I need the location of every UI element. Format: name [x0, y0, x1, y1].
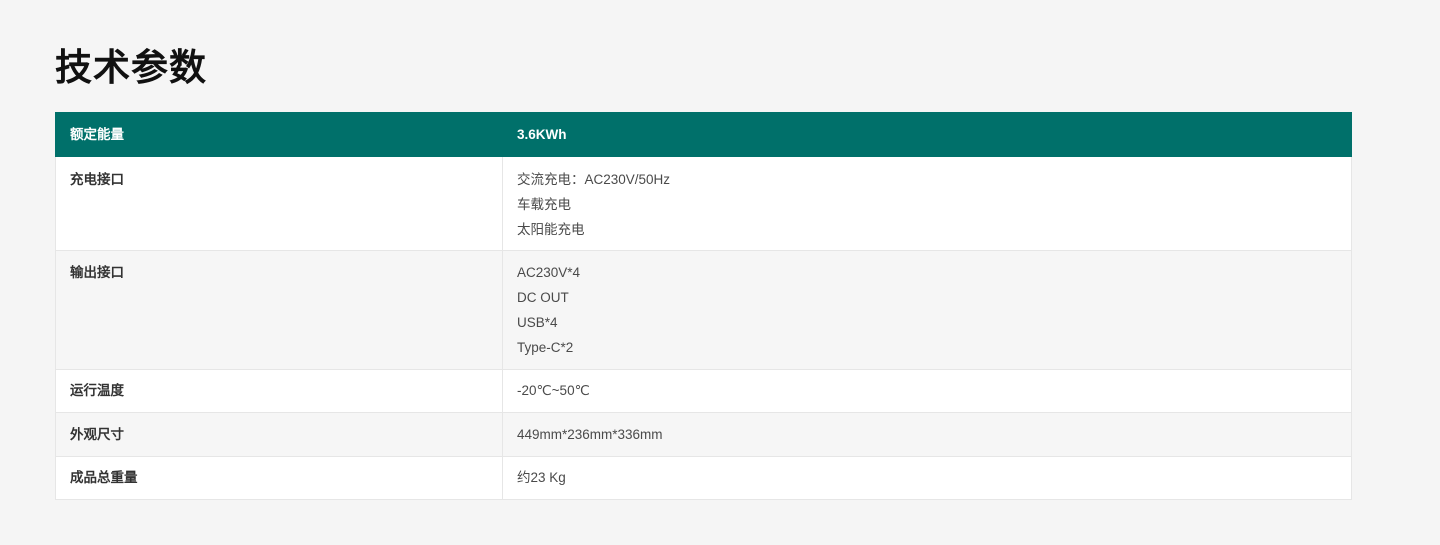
page-title: 技术参数	[55, 46, 207, 89]
value-line: 太阳能充电	[517, 222, 585, 237]
value-line: 交流充电：AC230V/50Hz	[517, 172, 671, 187]
table-row: 外观尺寸 449mm*236mm*336mm	[55, 412, 1352, 457]
spec-section: 技术参数 额定能量 3.6KWh 充电接口 交流充电：AC230V/50Hz 车…	[55, 0, 1352, 500]
value-line: Type-C*2	[517, 340, 574, 355]
row-value: AC230V*4 DC OUT USB*4 Type-C*2	[502, 250, 1352, 370]
value-line: USB*4	[517, 315, 558, 330]
value-line: 449mm*236mm*336mm	[517, 427, 663, 442]
table-header-row: 额定能量 3.6KWh	[55, 112, 1352, 157]
table-row: 充电接口 交流充电：AC230V/50Hz 车载充电 太阳能充电	[55, 156, 1352, 251]
row-label: 输出接口	[55, 250, 503, 370]
row-label: 运行温度	[55, 369, 503, 413]
row-label: 充电接口	[55, 156, 503, 251]
table-row: 输出接口 AC230V*4 DC OUT USB*4 Type-C*2	[55, 250, 1352, 370]
value-line: -20℃~50℃	[517, 383, 590, 398]
value-line: 车载充电	[517, 197, 571, 212]
row-label: 成品总重量	[55, 456, 503, 500]
row-label: 外观尺寸	[55, 412, 503, 457]
row-value: 约23 Kg	[502, 456, 1352, 500]
value-line: DC OUT	[517, 290, 569, 305]
row-value: -20℃~50℃	[502, 369, 1352, 413]
header-value: 3.6KWh	[502, 112, 1352, 157]
spec-table: 额定能量 3.6KWh 充电接口 交流充电：AC230V/50Hz 车载充电 太…	[55, 112, 1352, 500]
value-line: AC230V*4	[517, 265, 581, 280]
row-value: 交流充电：AC230V/50Hz 车载充电 太阳能充电	[502, 156, 1352, 251]
value-line: 约23 Kg	[517, 470, 566, 485]
header-label: 额定能量	[55, 112, 503, 157]
table-row: 成品总重量 约23 Kg	[55, 456, 1352, 500]
row-value: 449mm*236mm*336mm	[502, 412, 1352, 457]
table-row: 运行温度 -20℃~50℃	[55, 369, 1352, 413]
